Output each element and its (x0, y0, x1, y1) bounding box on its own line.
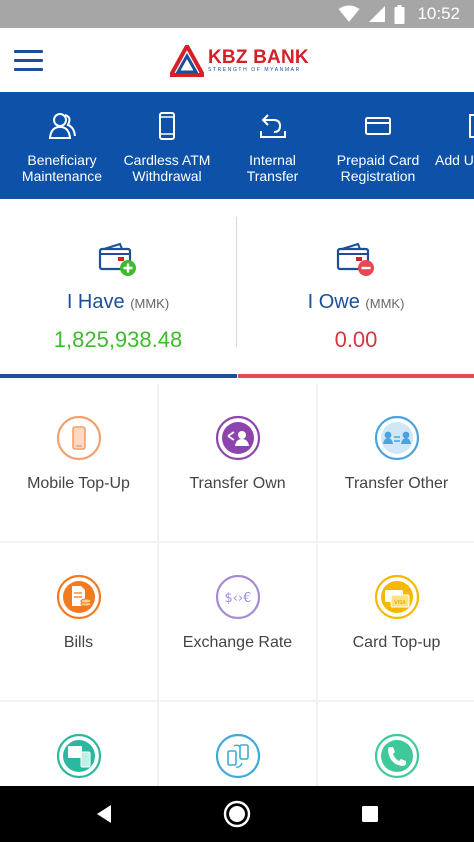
bills-icon (56, 574, 101, 620)
service-label: Transfer Other (344, 475, 449, 492)
quick-action-add[interactable]: Add U (433, 92, 474, 199)
kbz-triangle-logo-icon (170, 45, 204, 77)
phone-transfer-icon (215, 733, 260, 779)
quick-action-label: Add U (435, 152, 474, 168)
balance-i-have[interactable]: I Have (MMK) 1,825,938.48 (0, 199, 236, 379)
wifi-icon (338, 5, 360, 22)
atm-mobile-icon (56, 733, 101, 779)
card-icon (365, 117, 391, 135)
svg-text:VISA: VISA (394, 600, 406, 606)
logo-tagline: STRENGTH OF MYANMAR (208, 67, 301, 73)
service-label: Mobile Top-Up (27, 475, 130, 492)
service-mobile-top-up[interactable]: Mobile Top-Up (0, 384, 157, 541)
balance-have-underline (0, 374, 237, 378)
signal-icon (369, 6, 386, 22)
quick-actions-bar: Beneficiary Maintenance Cardless ATM Wit… (0, 92, 474, 199)
quick-action-label: Internal Transfer (246, 152, 299, 184)
quick-action-cardless-atm[interactable]: Cardless ATM Withdrawal (112, 92, 222, 199)
recents-icon[interactable] (354, 798, 386, 830)
quick-action-internal-transfer[interactable]: Internal Transfer (225, 92, 320, 199)
logo-name: KBZ BANK (208, 47, 309, 68)
kbz-logo: KBZ BANK STRENGTH OF MYANMAR (170, 41, 309, 81)
service-transfer-own[interactable]: Transfer Own (159, 384, 316, 541)
add-icon (469, 114, 474, 138)
service-transfer-other[interactable]: Transfer Other (318, 384, 474, 541)
mobile-topup-icon (56, 415, 101, 461)
quick-action-label: Prepaid Card Registration (336, 152, 420, 184)
status-icons: 10:52 (338, 4, 460, 24)
service-exchange-rate[interactable]: $‹›€ Exchange Rate (159, 543, 316, 700)
service-label: Bills (63, 634, 94, 651)
balance-owe-amount: 0.00 (334, 327, 378, 352)
transfer-other-icon (374, 415, 419, 461)
svg-text:$‹›€: $‹›€ (224, 591, 251, 606)
balances-panel: I Have (MMK) 1,825,938.48 I Owe (MMK) 0.… (0, 199, 474, 379)
system-nav-bar (0, 786, 474, 842)
quick-action-label: Cardless ATM Withdrawal (123, 152, 211, 184)
service-label: Transfer Own (189, 475, 286, 492)
quick-action-prepaid-card[interactable]: Prepaid Card Registration (326, 92, 430, 199)
home-icon[interactable] (221, 798, 253, 830)
service-bills[interactable]: Bills (0, 543, 157, 700)
exchange-rate-icon: $‹›€ (215, 574, 260, 620)
back-icon[interactable] (88, 798, 120, 830)
beneficiary-icon (48, 113, 76, 139)
quick-action-label: Beneficiary Maintenance (21, 152, 103, 184)
status-bar: 10:52 (0, 0, 474, 28)
phone-icon (159, 112, 175, 140)
balance-owe-title: I Owe (307, 291, 360, 313)
return-arrow-icon (259, 114, 286, 138)
card-topup-icon: VISA (374, 574, 419, 620)
service-phone-transfer[interactable] (159, 702, 316, 786)
wallet-remove-icon (336, 242, 374, 276)
balance-have-amount: 1,825,938.48 (53, 327, 183, 352)
service-call[interactable] (318, 702, 474, 786)
service-label: Card Top-up (352, 634, 441, 651)
balance-owe-currency: (MMK) (365, 296, 405, 311)
battery-icon (394, 4, 405, 24)
service-label: Exchange Rate (182, 634, 293, 651)
status-time: 10:52 (417, 4, 460, 23)
app-bar: KBZ BANK STRENGTH OF MYANMAR (0, 28, 474, 92)
wallet-add-icon (98, 242, 136, 276)
quick-action-beneficiary-maintenance[interactable]: Beneficiary Maintenance (8, 92, 116, 199)
call-icon (374, 733, 419, 779)
services-grid: Mobile Top-Up Transfer Own Transfer Othe… (0, 384, 474, 786)
balance-owe-underline (238, 374, 474, 378)
balance-divider (236, 217, 237, 347)
balance-have-currency: (MMK) (130, 296, 170, 311)
balance-have-title: I Have (66, 291, 125, 313)
service-atm-mobile[interactable] (0, 702, 157, 786)
transfer-own-icon (215, 415, 260, 461)
balance-i-owe[interactable]: I Owe (MMK) 0.00 (238, 199, 474, 379)
hamburger-menu-icon[interactable] (14, 44, 50, 76)
service-card-top-up[interactable]: VISA Card Top-up (318, 543, 474, 700)
